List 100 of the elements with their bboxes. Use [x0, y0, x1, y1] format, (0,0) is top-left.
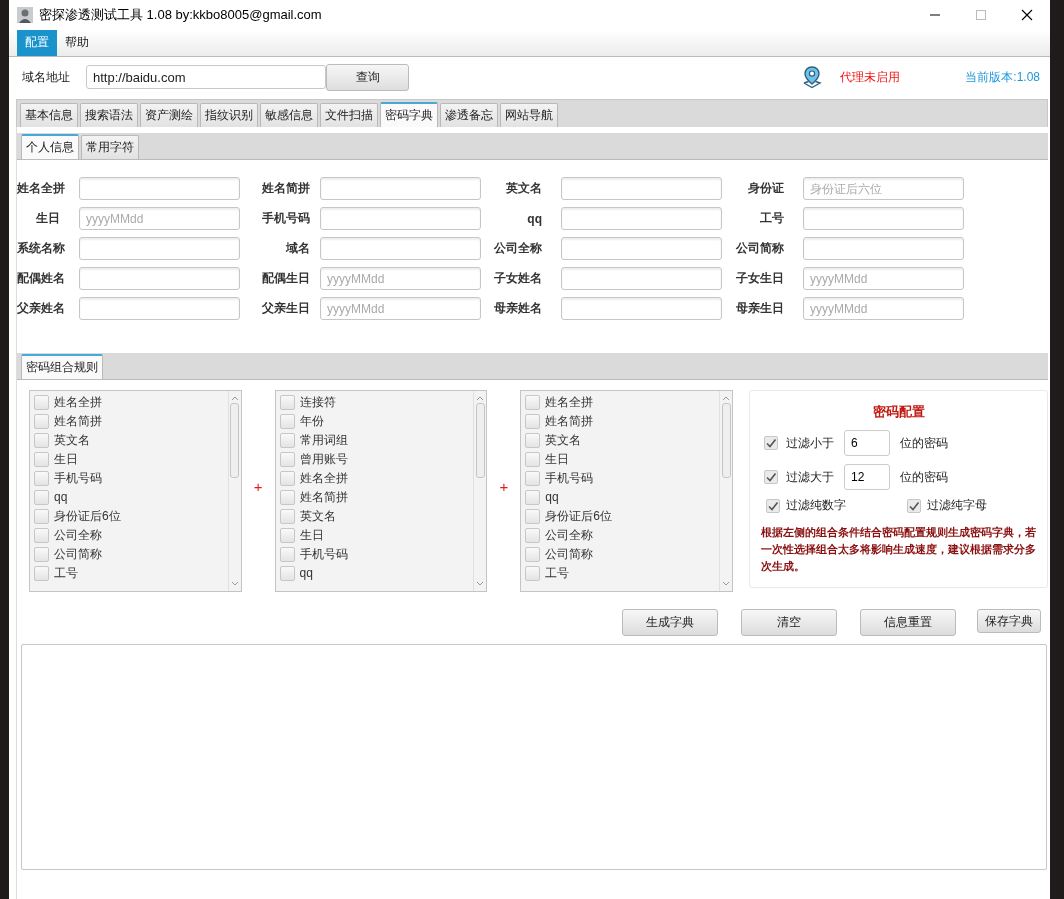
- field-suffix: 位的密码: [900, 434, 948, 452]
- input-field[interactable]: [79, 297, 240, 320]
- output-area[interactable]: [21, 644, 1047, 870]
- tab[interactable]: 密码字典: [380, 102, 438, 127]
- checkbox[interactable]: [764, 470, 778, 484]
- input-field[interactable]: [561, 267, 722, 290]
- checkbox-label: qq: [299, 566, 313, 580]
- scrollbar[interactable]: [473, 391, 487, 591]
- checkbox[interactable]: [34, 451, 49, 467]
- tab[interactable]: 搜索语法: [80, 103, 138, 127]
- input-field[interactable]: yyyyMMdd: [320, 297, 481, 320]
- field-label: 身份证: [747, 180, 785, 197]
- checkbox[interactable]: [525, 565, 541, 581]
- scrollbar[interactable]: [227, 391, 241, 591]
- number-field[interactable]: 12: [844, 464, 890, 490]
- input-field[interactable]: [803, 207, 964, 230]
- checkbox[interactable]: [279, 470, 295, 486]
- checkbox[interactable]: [525, 489, 541, 505]
- checkbox-label: 英文名: [299, 507, 336, 525]
- checkbox[interactable]: [525, 451, 541, 467]
- scrollbar-thumb[interactable]: [230, 403, 240, 478]
- input-field[interactable]: [320, 207, 481, 230]
- checkbox[interactable]: [34, 546, 49, 562]
- checkbox[interactable]: [34, 508, 49, 524]
- checkbox[interactable]: [34, 413, 49, 429]
- field-label: 英文名: [505, 180, 543, 197]
- checkbox[interactable]: [34, 394, 49, 410]
- checkbox-label: 姓名简拼: [54, 412, 102, 430]
- tab[interactable]: 个人信息: [21, 134, 79, 159]
- input-field[interactable]: [561, 207, 722, 230]
- checkbox[interactable]: [525, 432, 541, 448]
- menu-item[interactable]: 帮助: [57, 30, 97, 56]
- checkbox-label: 过滤纯字母: [926, 497, 987, 514]
- input-field[interactable]: 身份证后六位: [803, 177, 964, 200]
- checkbox[interactable]: [279, 489, 295, 505]
- tab[interactable]: 网站导航: [500, 103, 558, 127]
- checkbox-label: 常用词组: [299, 431, 348, 449]
- checkbox[interactable]: [525, 508, 541, 524]
- action-button[interactable]: 生成字典: [622, 609, 718, 636]
- domain-field[interactable]: http://baidu.com: [86, 65, 326, 89]
- input-field[interactable]: [320, 177, 481, 200]
- tab[interactable]: 常用字符: [81, 135, 139, 159]
- checkbox[interactable]: [525, 413, 541, 429]
- checkbox[interactable]: [766, 498, 780, 513]
- tab[interactable]: 密码组合规则: [21, 354, 103, 379]
- input-field[interactable]: [320, 237, 481, 260]
- input-field[interactable]: [79, 267, 240, 290]
- tab[interactable]: 敏感信息: [260, 103, 318, 127]
- tab[interactable]: 渗透备忘: [440, 103, 498, 127]
- tab[interactable]: 资产测绘: [140, 103, 198, 127]
- input-field[interactable]: [561, 297, 722, 320]
- field-label: 子女姓名: [493, 270, 543, 287]
- checkbox-label: 生日: [545, 450, 570, 468]
- input-field[interactable]: yyyyMMdd: [803, 267, 964, 290]
- checkbox[interactable]: [34, 470, 49, 486]
- field-label: 域名地址: [22, 68, 71, 86]
- checkbox[interactable]: [279, 394, 295, 410]
- scrollbar[interactable]: [719, 391, 732, 591]
- window-title: 密探渗透测试工具 1.08 by:kkbo8005@gmail.com: [39, 6, 322, 24]
- checkbox[interactable]: [279, 413, 295, 429]
- input-field[interactable]: yyyyMMdd: [79, 207, 240, 230]
- checkbox[interactable]: [279, 451, 295, 467]
- checkbox-label: 工号: [545, 564, 570, 582]
- checkbox[interactable]: [34, 432, 49, 448]
- action-button[interactable]: 信息重置: [860, 609, 956, 636]
- tab[interactable]: 文件扫描: [320, 103, 378, 127]
- proxy-status: 代理未启用: [840, 68, 902, 86]
- action-button[interactable]: 保存字典: [977, 609, 1041, 633]
- input-field[interactable]: [79, 237, 240, 260]
- checkbox[interactable]: [525, 527, 541, 543]
- checkbox[interactable]: [525, 470, 541, 486]
- scrollbar-thumb[interactable]: [721, 403, 731, 478]
- input-field[interactable]: [561, 177, 722, 200]
- input-field[interactable]: [803, 237, 964, 260]
- checkbox[interactable]: [34, 565, 49, 581]
- input-field[interactable]: [561, 237, 722, 260]
- input-field[interactable]: yyyyMMdd: [320, 267, 481, 290]
- checkbox[interactable]: [279, 527, 295, 543]
- checkbox-label: qq: [54, 490, 68, 504]
- number-field[interactable]: 6: [844, 430, 890, 456]
- checkbox[interactable]: [525, 394, 541, 410]
- checkbox[interactable]: [764, 436, 778, 450]
- tab[interactable]: 基本信息: [20, 103, 78, 127]
- scrollbar-thumb[interactable]: [475, 403, 485, 478]
- field-label: 公司全称: [493, 240, 543, 257]
- checkbox[interactable]: [279, 432, 295, 448]
- checkbox-label: 身份证后6位: [545, 507, 612, 525]
- checkbox[interactable]: [279, 508, 295, 524]
- checkbox[interactable]: [525, 546, 541, 562]
- checkbox[interactable]: [34, 527, 49, 543]
- checkbox[interactable]: [279, 546, 295, 562]
- checkbox[interactable]: [34, 489, 49, 505]
- action-button[interactable]: 清空: [741, 609, 837, 636]
- input-field[interactable]: [79, 177, 240, 200]
- input-field[interactable]: yyyyMMdd: [803, 297, 964, 320]
- tab[interactable]: 指纹识别: [200, 103, 258, 127]
- query-button[interactable]: 查询: [326, 63, 409, 91]
- checkbox[interactable]: [906, 498, 921, 513]
- checkbox[interactable]: [279, 565, 295, 581]
- panel-title: 密码配置: [871, 403, 926, 421]
